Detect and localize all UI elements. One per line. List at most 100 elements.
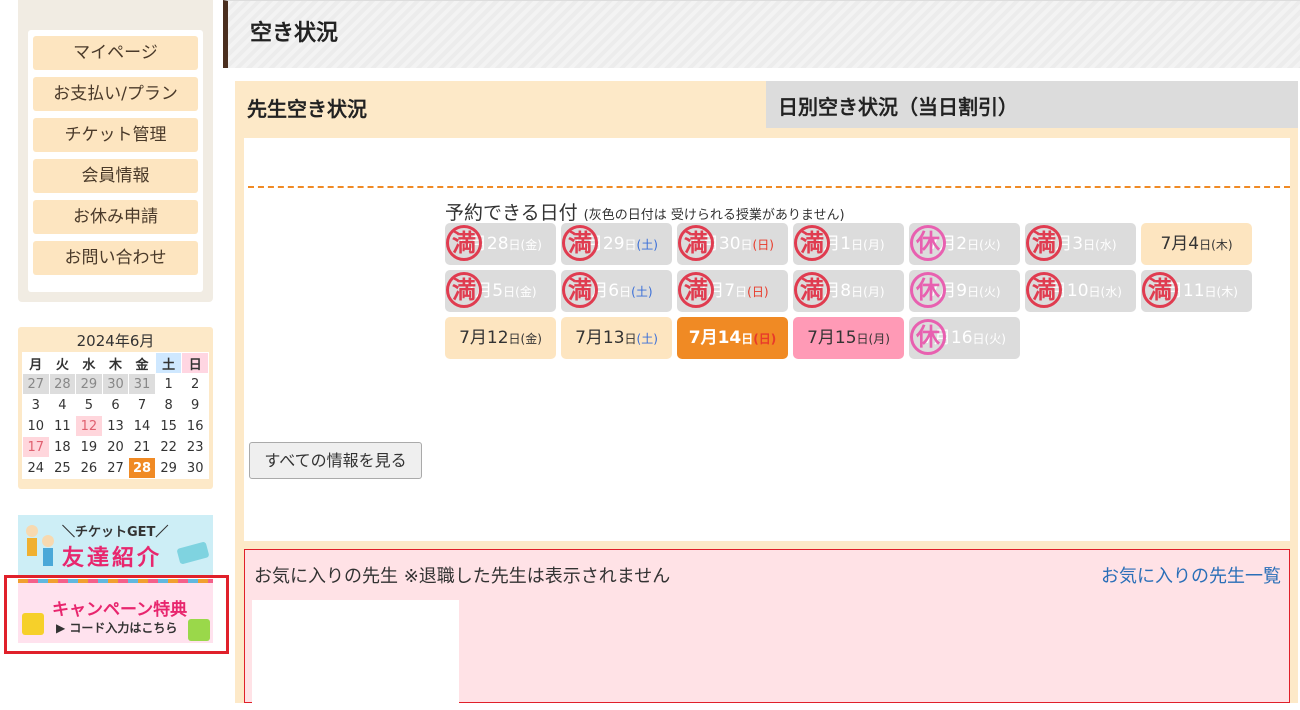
- calendar-day: 8: [154, 394, 183, 416]
- menu-absence-request[interactable]: お休み申請: [33, 200, 198, 234]
- menu-mypage[interactable]: マイページ: [33, 36, 198, 70]
- date-slot-7月1: 7月1日(月) 満: [793, 223, 904, 265]
- date-day-suffix: 日: [624, 332, 637, 346]
- weekday-fri: 金: [128, 352, 156, 374]
- date-slot-6月30: 6月30日(日) 満: [677, 223, 788, 265]
- date-slot-7月14[interactable]: 7月14日(日): [677, 317, 788, 359]
- menu-contact[interactable]: お問い合わせ: [33, 241, 198, 275]
- campaign-banner-title: キャンペーン特典: [52, 600, 188, 620]
- date-slot-7月3: 7月3日(水) 満: [1025, 223, 1136, 265]
- calendar-day: 28: [48, 373, 77, 395]
- calendar-day: 15: [154, 415, 183, 437]
- calendar-day: 1: [154, 373, 183, 395]
- date-day-suffix: 日: [508, 238, 521, 252]
- date-weekday: (金): [520, 238, 542, 252]
- calendar-day-holiday: 17: [22, 436, 50, 458]
- calendar-day: 27: [101, 457, 130, 479]
- date-weekday: (土): [636, 238, 658, 252]
- full-stamp-icon: 満: [1026, 272, 1062, 308]
- sidebar-menu-box: マイページ お支払い/プラン チケット管理 会員情報 お休み申請 お問い合わせ: [18, 0, 213, 302]
- kids-illustration-icon: [26, 525, 54, 566]
- calendar-day: 25: [48, 457, 77, 479]
- calendar-day: 16: [181, 415, 209, 437]
- menu-ticket-management[interactable]: チケット管理: [33, 118, 198, 152]
- date-slot-7月4[interactable]: 7月4日(木): [1141, 223, 1252, 265]
- date-weekday: (日): [753, 332, 777, 346]
- calendar-day: 11: [48, 415, 77, 437]
- calendar-day: 14: [128, 415, 156, 437]
- calendar-day: 18: [48, 436, 77, 458]
- calendar-day: 31: [128, 373, 156, 395]
- date-day-suffix: 日: [967, 285, 980, 299]
- calendar-day-today: 28: [128, 457, 156, 479]
- weekday-sun: 日: [181, 352, 209, 374]
- tab-daily-availability[interactable]: 日別空き状況（当日割引）: [766, 81, 1298, 128]
- menu-payment-plan[interactable]: お支払い/プラン: [33, 77, 198, 111]
- date-label: 7月15: [807, 328, 857, 348]
- date-weekday: (土): [631, 285, 653, 299]
- date-slot-7月10: 7月10日(水) 満: [1025, 270, 1136, 312]
- full-stamp-icon: 満: [678, 272, 714, 308]
- date-slot-7月15[interactable]: 7月15日(月): [793, 317, 904, 359]
- gift-icon: [22, 613, 44, 635]
- date-day-suffix: 日: [856, 332, 869, 346]
- availability-content: 予約できる日付 (灰色の日付は 受けられる授業がありません) 6月28日(金) 満…: [244, 138, 1290, 541]
- full-stamp-icon: 満: [562, 225, 598, 261]
- date-slot-7月5: 7月5日(金) 満: [445, 270, 556, 312]
- favorite-teachers-title: お気に入りの先生 ※退職した先生は表示されません: [254, 566, 671, 587]
- date-slot-6月28: 6月28日(金) 満: [445, 223, 556, 265]
- full-stamp-icon: 満: [446, 272, 482, 308]
- date-weekday: (月): [863, 238, 885, 252]
- closed-stamp-icon: 休: [910, 319, 946, 355]
- weekday-tue: 火: [48, 352, 77, 374]
- calendar-day: 3: [22, 394, 50, 416]
- date-weekday: (日): [752, 238, 774, 252]
- calendar-day: 30: [101, 373, 130, 395]
- friend-banner-title: 友達紹介: [62, 546, 163, 571]
- calendar-day: 26: [75, 457, 103, 479]
- campaign-banner[interactable]: キャンペーン特典 ▶ コード入力はこちら: [18, 579, 213, 643]
- calendar-day: 2: [181, 373, 209, 395]
- calendar-day: 4: [48, 394, 77, 416]
- date-day-suffix: 日: [967, 238, 980, 252]
- date-day-suffix: 日: [735, 285, 748, 299]
- favorite-teachers-list-link[interactable]: お気に入りの先生一覧: [1101, 562, 1281, 588]
- weekday-wed: 水: [75, 352, 103, 374]
- available-dates-title: 予約できる日付: [445, 202, 578, 224]
- date-day-suffix: 日: [972, 332, 985, 346]
- dashed-divider: [248, 186, 1290, 188]
- favorite-teacher-card[interactable]: [252, 600, 459, 710]
- date-slot-7月13[interactable]: 7月13日(土): [561, 317, 672, 359]
- closed-stamp-icon: 休: [910, 272, 946, 308]
- date-label: 7月4: [1160, 234, 1200, 254]
- date-day-suffix: 日: [1083, 238, 1096, 252]
- date-day-suffix: 日: [740, 238, 753, 252]
- date-weekday: (木): [1211, 238, 1233, 252]
- full-stamp-icon: 満: [794, 225, 830, 261]
- date-slot-7月7: 7月7日(日) 満: [677, 270, 788, 312]
- page-title: 空き状況: [250, 21, 339, 46]
- date-slot-7月11: 7月11日(木) 満: [1141, 270, 1252, 312]
- tab-teacher-availability[interactable]: 先生空き状況: [235, 81, 765, 128]
- menu-member-info[interactable]: 会員情報: [33, 159, 198, 193]
- date-weekday: (火): [979, 238, 1001, 252]
- date-day-suffix: 日: [624, 238, 637, 252]
- date-weekday: (水): [1095, 238, 1117, 252]
- calendar-day-holiday: 12: [75, 415, 103, 437]
- date-day-suffix: 日: [1204, 285, 1217, 299]
- date-weekday: (水): [1100, 285, 1122, 299]
- calendar-title: 2024年6月: [76, 332, 155, 350]
- full-stamp-icon: 満: [562, 272, 598, 308]
- full-stamp-icon: 満: [1142, 272, 1178, 308]
- date-slot-7月8: 7月8日(月) 満: [793, 270, 904, 312]
- date-weekday: (土): [636, 332, 658, 346]
- calendar-day: 29: [75, 373, 103, 395]
- date-slot-7月12[interactable]: 7月12日(金): [445, 317, 556, 359]
- date-day-suffix: 日: [1088, 285, 1101, 299]
- friend-referral-banner[interactable]: ＼チケットGET／ 友達紹介: [18, 515, 213, 575]
- full-stamp-icon: 満: [446, 225, 482, 261]
- gift-icon: [188, 619, 210, 641]
- view-all-info-button[interactable]: すべての情報を見る: [249, 442, 422, 479]
- date-weekday: (火): [984, 332, 1006, 346]
- calendar-day: 30: [181, 457, 209, 479]
